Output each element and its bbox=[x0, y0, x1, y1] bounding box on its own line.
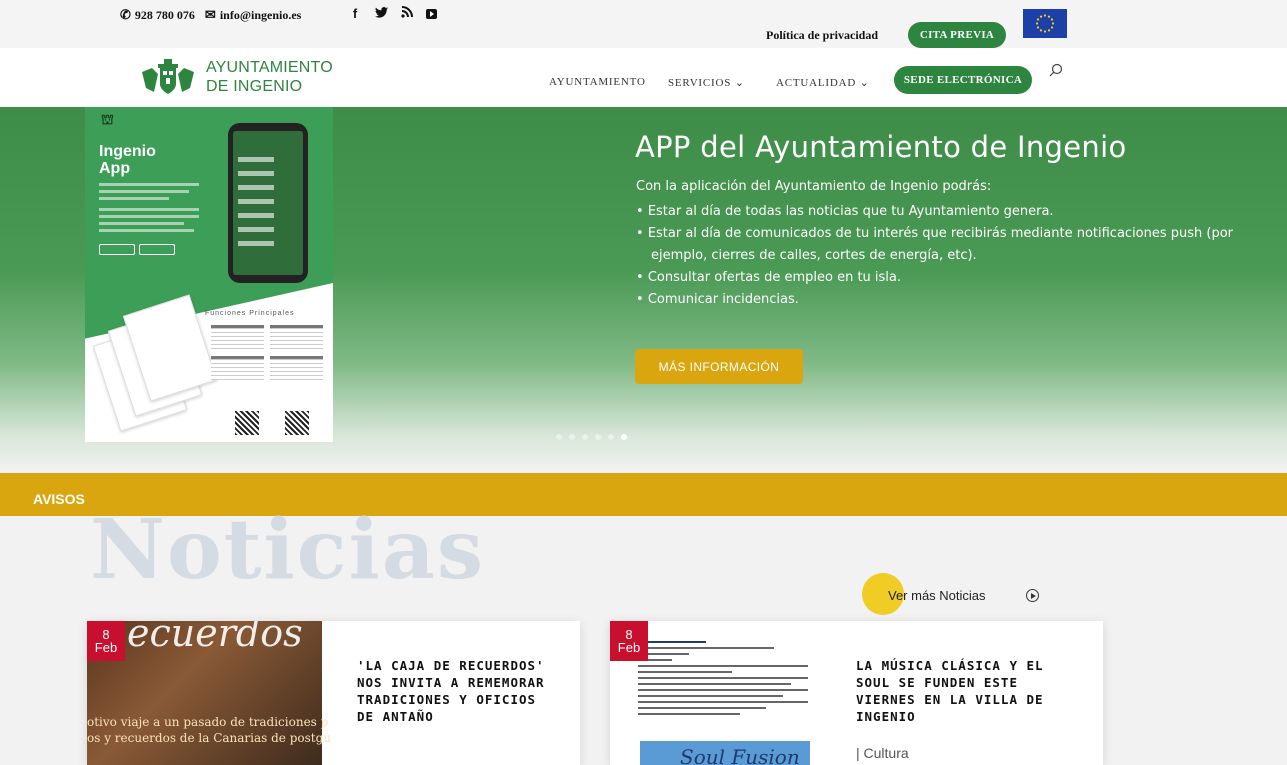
search-icon[interactable] bbox=[1049, 63, 1063, 77]
hero-feature-item: Estar al día de todas las noticias que t… bbox=[636, 201, 1286, 223]
top-bar: ✆ 928 780 076 ✉ info@ingenio.es f Políti… bbox=[0, 0, 1287, 48]
news-card[interactable]: Soul Fusion 8 Feb LA MÚSICA CLÁSICA Y EL… bbox=[610, 621, 1103, 765]
email-link[interactable]: info@ingenio.es bbox=[220, 8, 302, 23]
poster-title-line-2: App bbox=[99, 160, 131, 177]
contact-info: ✆ 928 780 076 ✉ info@ingenio.es bbox=[120, 7, 301, 23]
news-image-caption-line: otivo viaje a un pasado de tradiciones p bbox=[87, 715, 329, 729]
hero-title: APP del Ayuntamiento de Ingenio bbox=[635, 130, 1127, 164]
hero-feature-item: Estar al día de comunicados de tu interé… bbox=[636, 223, 1286, 267]
phone-number[interactable]: 928 780 076 bbox=[135, 8, 195, 23]
nav-servicios[interactable]: SERVICIOS ⌄ bbox=[668, 76, 745, 89]
avisos-label[interactable]: AVISOS bbox=[33, 491, 85, 507]
poster-features bbox=[211, 325, 323, 380]
hero-feature-list: Estar al día de todas las noticias que t… bbox=[636, 201, 1286, 311]
news-card[interactable]: ecuerdos otivo viaje a un pasado de trad… bbox=[87, 621, 580, 765]
news-image-caption: otivo viaje a un pasado de tradiciones p… bbox=[87, 714, 332, 746]
sede-electronica-button[interactable]: SEDE ELECTRÓNICA bbox=[894, 66, 1032, 94]
email-icon: ✉ bbox=[204, 7, 216, 22]
news-title[interactable]: LA MÚSICA CLÁSICA Y EL SOUL SE FUNDEN ES… bbox=[856, 657, 1076, 725]
qr-code-icon bbox=[235, 411, 259, 435]
slider-dot[interactable] bbox=[569, 434, 575, 440]
date-month: Feb bbox=[617, 640, 641, 655]
news-image-caption-line: os y recuerdos de la Canarias de postgu bbox=[87, 731, 332, 745]
hero-intro: Con la aplicación del Ayuntamiento de In… bbox=[636, 179, 992, 194]
social-links: f bbox=[348, 6, 437, 21]
slider-dot[interactable] bbox=[582, 434, 588, 440]
screenshot-cards bbox=[92, 294, 218, 432]
eu-flag-icon[interactable] bbox=[1023, 9, 1067, 38]
hero-slider: ⛫ Ingenio App Funciones Principales APP … bbox=[0, 107, 1287, 472]
news-title[interactable]: 'LA CAJA DE RECUERDOS' NOS INVITA A REME… bbox=[357, 657, 557, 725]
play-circle-icon[interactable] bbox=[1026, 589, 1039, 602]
privacy-link[interactable]: Política de privacidad bbox=[766, 28, 878, 43]
logo-text[interactable]: AYUNTAMIENTO DE INGENIO bbox=[206, 58, 333, 96]
logo-line-1: AYUNTAMIENTO bbox=[206, 59, 333, 76]
poster-title: Ingenio App bbox=[99, 143, 156, 177]
store-badges bbox=[99, 244, 175, 255]
slider-dot[interactable] bbox=[556, 434, 562, 440]
cita-previa-button[interactable]: CITA PREVIA bbox=[908, 22, 1006, 48]
slider-dot-active[interactable] bbox=[621, 434, 627, 440]
qr-code-icon bbox=[285, 411, 309, 435]
twitter-icon[interactable] bbox=[374, 6, 388, 21]
slider-dot[interactable] bbox=[608, 434, 614, 440]
event-poster-text bbox=[638, 641, 808, 719]
logo-line-2: DE INGENIO bbox=[206, 78, 303, 95]
news-image-word: ecuerdos bbox=[127, 621, 303, 655]
ver-mas-noticias-link[interactable]: Ver más Noticias bbox=[888, 588, 986, 603]
ayuntamiento-crest-icon[interactable] bbox=[138, 58, 198, 98]
event-poster-word: Soul Fusion bbox=[680, 745, 800, 765]
slider-dot[interactable] bbox=[595, 434, 601, 440]
slider-dots bbox=[556, 434, 627, 440]
event-poster-banner: Soul Fusion bbox=[640, 741, 810, 765]
date-month: Feb bbox=[94, 640, 118, 655]
nav-ayuntamiento[interactable]: AYUNTAMIENTO bbox=[549, 76, 646, 88]
noticias-heading: Noticias bbox=[90, 502, 486, 598]
poster-title-line-1: Ingenio bbox=[99, 143, 156, 160]
hero-feature-item: Comunicar incidencias. bbox=[636, 289, 1286, 311]
poster-text-block bbox=[99, 183, 199, 236]
app-poster-image: ⛫ Ingenio App Funciones Principales bbox=[85, 107, 333, 442]
crest-icon: ⛫ bbox=[101, 111, 114, 127]
poster-subtitle: Funciones Principales bbox=[205, 310, 295, 317]
phone-mockup bbox=[228, 123, 308, 283]
hero-feature-item: Consultar ofertas de empleo en tu isla. bbox=[636, 267, 1286, 289]
rss-icon[interactable] bbox=[400, 6, 414, 21]
nav-actualidad[interactable]: ACTUALIDAD ⌄ bbox=[776, 76, 870, 89]
date-badge: 8 Feb bbox=[87, 621, 125, 661]
main-header: AYUNTAMIENTO DE INGENIO AYUNTAMIENTO SER… bbox=[0, 48, 1287, 107]
facebook-icon[interactable]: f bbox=[348, 6, 362, 21]
date-badge: 8 Feb bbox=[610, 621, 648, 661]
youtube-icon[interactable] bbox=[426, 9, 437, 19]
mas-informacion-button[interactable]: MÁS INFORMACIÓN bbox=[635, 349, 803, 384]
news-category[interactable]: | Cultura bbox=[856, 745, 909, 761]
phone-icon: ✆ bbox=[120, 7, 131, 22]
